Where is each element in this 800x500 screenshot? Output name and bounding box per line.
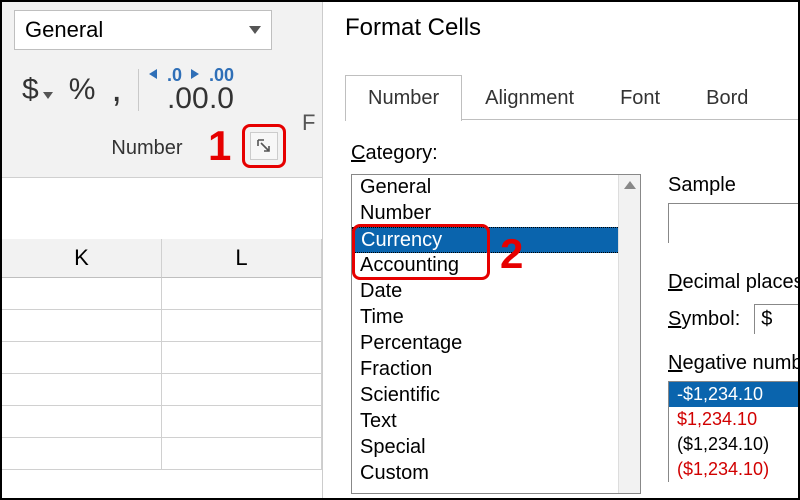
chevron-down-icon [43,92,53,99]
number-buttons-row: $ % , .0 .00 .00 .0 [14,62,304,117]
dialog-title: Format Cells [345,14,481,42]
negative-option[interactable]: ($1,234.10) [669,457,800,482]
category-item-percentage[interactable]: Percentage [352,331,640,357]
worksheet-grid[interactable]: K L [2,177,322,500]
arrow-left-icon [149,69,157,79]
scrollbar[interactable] [618,175,640,493]
label-rest: egative numb [682,352,800,374]
comma-style-button[interactable]: , [103,65,130,115]
underlined-letter: S [668,308,681,330]
negative-option[interactable]: -$1,234.10 [669,382,800,407]
number-format-select[interactable]: General [14,10,272,50]
grid-rows [2,278,322,470]
dollar-icon: $ [22,73,39,107]
cell[interactable] [162,438,322,470]
category-item-accounting[interactable]: Accounting [352,253,640,279]
decimal-bottom: .0 [209,84,234,114]
sample-label: Sample [668,174,800,197]
label-rest: ecimal places [682,271,800,293]
category-item-special[interactable]: Special [352,435,640,461]
category-item-custom[interactable]: Custom [352,461,640,487]
column-headers: K L [2,178,322,278]
cell[interactable] [162,406,322,438]
category-item-date[interactable]: Date [352,279,640,305]
category-item-general[interactable]: General [352,175,640,201]
dialog-launcher-button[interactable] [250,132,278,160]
dialog-launcher-icon [257,139,271,153]
category-item-number[interactable]: Number [352,201,640,227]
arrow-right-icon [191,69,199,79]
separator [138,69,139,111]
partial-char: F [302,110,315,136]
cell[interactable] [2,310,162,342]
symbol-value: $ [761,308,772,331]
cell[interactable] [162,342,322,374]
column-header[interactable]: L [162,239,322,278]
label-rest: ategory: [365,142,437,164]
ribbon-group-label: Number [2,137,292,160]
negative-option[interactable]: $1,234.10 [669,407,800,432]
symbol-label: Symbol: [668,308,740,331]
number-format-value: General [25,17,103,43]
decrease-decimal-button[interactable]: .00 .0 [189,65,231,115]
underlined-letter: C [351,142,365,164]
cell[interactable] [2,406,162,438]
percent-icon: % [69,73,96,107]
negative-numbers-listbox[interactable]: -$1,234.10 $1,234.10 ($1,234.10) ($1,234… [668,381,800,482]
label-rest: ymbol: [681,308,740,330]
comma-icon: , [111,68,122,111]
dialog-tabs: Number Alignment Font Bord [345,74,800,120]
percent-style-button[interactable]: % [61,65,104,115]
negative-option[interactable]: ($1,234.10) [669,432,800,457]
cell[interactable] [162,374,322,406]
tab-font[interactable]: Font [597,75,683,121]
column-header[interactable]: K [2,239,162,278]
category-listbox[interactable]: General Number Currency Accounting Date … [351,174,641,494]
cell[interactable] [2,438,162,470]
underlined-letter: N [668,352,682,374]
underlined-letter: D [668,271,682,293]
accounting-format-button[interactable]: $ [14,65,61,115]
ribbon-number-group: General $ % , .0 .00 [2,2,322,500]
symbol-select[interactable]: $ [754,304,800,334]
cell[interactable] [162,278,322,310]
cell[interactable] [2,342,162,374]
sample-box [668,203,800,243]
format-cells-dialog: Format Cells Number Alignment Font Bord … [322,2,800,500]
tab-border[interactable]: Bord [683,75,771,121]
cell[interactable] [2,278,162,310]
cell[interactable] [162,310,322,342]
tab-number[interactable]: Number [345,75,462,121]
category-item-fraction[interactable]: Fraction [352,357,640,383]
category-item-currency[interactable]: Currency [352,227,640,253]
category-item-text[interactable]: Text [352,409,640,435]
decimal-places-label: Decimal places [668,271,800,294]
scroll-up-icon [624,181,636,189]
category-item-time[interactable]: Time [352,305,640,331]
category-item-scientific[interactable]: Scientific [352,383,640,409]
symbol-row: Symbol: $ [668,304,800,334]
chevron-down-icon [249,26,261,34]
format-options: Sample Decimal places Symbol: $ Negative… [668,174,800,482]
category-label: Category: [351,142,438,165]
negative-numbers-label: Negative numb [668,352,800,375]
cell[interactable] [2,374,162,406]
increase-decimal-button[interactable]: .0 .00 [147,65,189,115]
decimal-top: .00 [209,66,234,84]
tab-alignment[interactable]: Alignment [462,75,597,121]
